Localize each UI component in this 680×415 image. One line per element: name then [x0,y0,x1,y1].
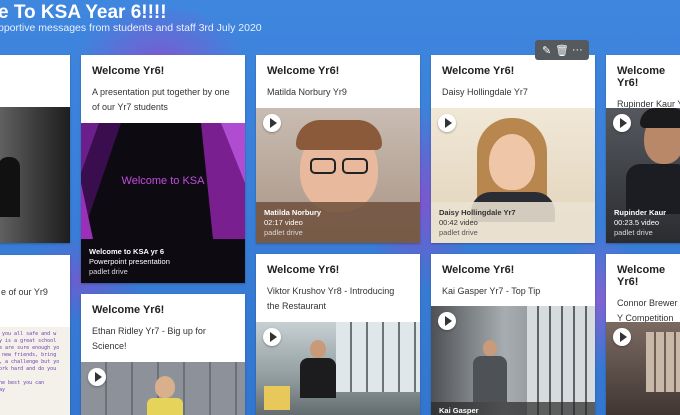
video-thumbnail[interactable]: Matilda Norbury 02:17 video padlet drive [256,108,420,243]
post-body: A presentation put together by one of ou… [92,87,230,112]
delete-icon[interactable]: 🗑 [555,44,569,57]
post-title: Welcome Yr6! [92,65,165,77]
post-title: Welcome Yr6! [617,65,666,89]
post-body: Connor Brewer Y Competition [617,298,678,323]
post-card-rupinder[interactable]: Welcome Yr6! Rupinder Kaur Yr Rupinder K… [606,55,680,243]
attachment-caption: Kai Gasper [439,406,479,415]
video-thumbnail[interactable]: Kai Gasper [431,306,595,415]
video-thumbnail [0,107,70,243]
presentation-preview[interactable]: Welcome to KSA Welcome to KSA yr 6 Power… [81,123,245,283]
post-card-presentation[interactable]: Welcome Yr6! A presentation put together… [81,55,245,283]
attachment-caption: Matilda Norbury 02:17 video padlet drive [264,208,322,237]
video-thumbnail[interactable] [256,322,420,415]
post-title: Welcome Yr6! [92,304,165,316]
page-subtitle: pportive messages from students and staf… [0,22,262,34]
slide-title: Welcome to KSA [121,175,205,187]
post-card-connor[interactable]: Welcome Yr6! Connor Brewer Y Competition [606,254,680,415]
post-body: Matilda Norbury Yr9 [267,87,347,97]
post-body: e of our Yr9 [1,287,48,297]
edit-icon[interactable]: ✎ [540,44,554,57]
play-button[interactable] [613,328,631,346]
post-title: Welcome Yr6! [442,264,515,276]
more-options-icon[interactable]: ··· [570,44,584,56]
post-title: Welcome Yr6! [267,264,340,276]
post-card-kai[interactable]: Welcome Yr6! Kai Gasper Yr7 - Top Tip Ka… [431,254,595,415]
post-body: Viktor Krushov Yr8 - Introducing the Res… [267,286,395,311]
video-thumbnail[interactable] [606,322,680,415]
play-button[interactable] [613,114,631,132]
play-button[interactable] [263,114,281,132]
post-title: Welcome Yr6! [617,264,666,288]
video-thumbnail[interactable]: Rupinder Kaur 00:23.5 video padlet drive [606,108,680,243]
post-card-partial-bottom[interactable]: e of our Yr9 r you all safe and w by is … [0,255,70,415]
post-card-daisy[interactable]: Welcome Yr6! Daisy Hollingdale Yr7 Daisy… [431,55,595,243]
page-title: e To KSA Year 6!!!! [0,2,167,23]
post-card-viktor[interactable]: Welcome Yr6! Viktor Krushov Yr8 - Introd… [256,254,420,415]
post-body: Ethan Ridley Yr7 - Big up for Science! [92,326,206,351]
post-card-ethan[interactable]: Welcome Yr6! Ethan Ridley Yr7 - Big up f… [81,294,245,415]
padlet-header: e To KSA Year 6!!!! pportive messages fr… [0,0,680,44]
play-button[interactable] [263,328,281,346]
post-body: Kai Gasper Yr7 - Top Tip [442,286,541,296]
post-title: Welcome Yr6! [267,65,340,77]
play-button[interactable] [438,114,456,132]
post-card-matilda[interactable]: Welcome Yr6! Matilda Norbury Yr9 Matilda… [256,55,420,243]
attachment-caption: Welcome to KSA yr 6 Powerpoint presentat… [89,247,170,276]
handwritten-note-image: r you all safe and w by is a great schoo… [0,327,70,415]
video-thumbnail[interactable]: Daisy Hollingdale Yr7 00:42 video padlet… [431,108,595,243]
attachment-caption: Daisy Hollingdale Yr7 00:42 video padlet… [439,208,516,237]
video-thumbnail[interactable] [81,362,245,415]
post-body: Daisy Hollingdale Yr7 [442,87,528,97]
post-action-toolbar: ✎ 🗑 ··· [535,40,589,60]
play-button[interactable] [88,368,106,386]
post-card-partial-top[interactable] [0,55,70,243]
attachment-caption: Rupinder Kaur 00:23.5 video padlet drive [614,208,667,237]
play-button[interactable] [438,312,456,330]
